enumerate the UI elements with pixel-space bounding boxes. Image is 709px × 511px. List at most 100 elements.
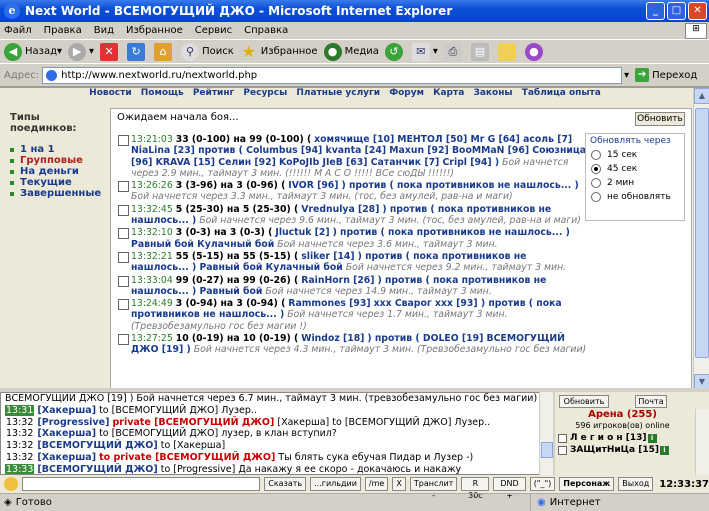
chat-nick[interactable]: [Хакерша]	[37, 405, 96, 416]
chat-nick[interactable]: [Хакерша]	[37, 452, 96, 463]
nav-forum[interactable]: Форум	[389, 88, 424, 98]
refresh-button[interactable]: ↻	[127, 42, 148, 61]
fight-radio-icon[interactable]	[118, 204, 129, 216]
guild-button[interactable]: ...гильдии	[310, 477, 361, 491]
fight-row[interactable]: 13:24:49 3 (0-94) на 3 (0-94) ( Rammones…	[117, 298, 587, 332]
menu-help[interactable]: Справка	[244, 25, 288, 36]
fight-radio-icon[interactable]	[118, 181, 129, 193]
checkbox-icon[interactable]	[558, 433, 567, 443]
fight-type-finished[interactable]: Завершенные	[10, 188, 105, 199]
fight-player[interactable]: Rammones [93]	[288, 298, 370, 309]
nav-laws[interactable]: Законы	[473, 88, 512, 98]
fight-row[interactable]: 13:33:04 99 (0-27) на 99 (0-26) ( RainHo…	[117, 275, 587, 298]
stop-button[interactable]: ✕	[100, 42, 121, 61]
nav-help[interactable]: Помощь	[141, 88, 184, 98]
fight-row[interactable]: 13:27:25 10 (0-19) на 10 (0-19) ( Windoz…	[117, 333, 587, 356]
fight-row[interactable]: 13:26:26 3 (3-96) на 3 (0-96) ( IVOR [96…	[117, 180, 587, 203]
online-refresh-button[interactable]: Обновить	[559, 395, 609, 408]
fight-player[interactable]: хомячище [10]	[314, 134, 394, 145]
nav-map[interactable]: Карта	[433, 88, 464, 98]
chat-input[interactable]	[22, 477, 261, 491]
fight-player[interactable]: RainHorn [26]	[301, 275, 374, 286]
dnd-button[interactable]: DND +	[493, 477, 526, 500]
search-button[interactable]: ⚲ Поиск	[181, 42, 234, 61]
update-option-2m[interactable]: 2 мин	[586, 176, 684, 190]
fight-radio-icon[interactable]	[118, 135, 129, 146]
fight-row[interactable]: 13:32:45 5 (25-30) на 5 (25-30) ( Vrednu…	[117, 204, 587, 227]
chat-scrollbar[interactable]	[539, 392, 553, 475]
chat-nick[interactable]: [Progressive]	[37, 417, 109, 428]
scroll-thumb[interactable]	[695, 108, 709, 358]
fight-row[interactable]: 13:32:10 3 (0-3) на 3 (0-3) ( Jluctuk [2…	[117, 227, 587, 250]
fight-radio-icon[interactable]	[118, 251, 129, 263]
menu-edit[interactable]: Правка	[44, 25, 82, 36]
chat-nick[interactable]: [Хакерша]	[37, 428, 96, 439]
history-button[interactable]: ↺	[384, 42, 406, 61]
chat-scroll-thumb[interactable]	[541, 442, 553, 458]
minimize-button[interactable]: _	[646, 2, 665, 20]
fight-type-group[interactable]: Групповые	[10, 155, 105, 166]
scroll-up-icon[interactable]: ▲	[694, 88, 709, 104]
fight-row[interactable]: 13:21:03 33 (0-100) на 99 (0-100) ( хомя…	[117, 134, 587, 179]
clear-button[interactable]: X	[392, 477, 406, 491]
update-option-45s[interactable]: 45 сек	[586, 162, 684, 176]
menu-tools[interactable]: Сервис	[195, 25, 232, 36]
edit-button[interactable]: ▤	[470, 42, 492, 61]
exit-button[interactable]: Выход	[618, 477, 654, 491]
online-player[interactable]: ЗАЩитНиЦа [15] i	[558, 445, 669, 455]
back-button[interactable]: ◀ Назад ▾	[4, 42, 62, 61]
home-button[interactable]: ⌂	[154, 42, 175, 61]
update-option-15s[interactable]: 15 сек	[586, 148, 684, 162]
fight-type-1v1[interactable]: 1 на 1	[10, 144, 105, 155]
fight-radio-icon[interactable]	[118, 334, 129, 346]
forward-button[interactable]: ▶ ▾	[68, 42, 94, 61]
fight-row[interactable]: 13:32:21 55 (5-15) на 55 (5-15) ( sliker…	[117, 251, 587, 274]
refresh-fights-button[interactable]: Обновить	[635, 112, 685, 126]
address-dropdown-icon[interactable]: ▾	[624, 70, 629, 81]
menu-view[interactable]: Вид	[94, 25, 114, 36]
print-button[interactable]: ⎙	[443, 42, 465, 61]
nav-paid[interactable]: Платные услуги	[296, 88, 380, 98]
nav-news[interactable]: Новости	[89, 88, 131, 98]
favorites-button[interactable]: ★ Избранное	[240, 42, 318, 61]
checkbox-icon[interactable]	[558, 445, 567, 455]
chat-nick[interactable]: [ВСЕМОГУЩИЙ ДЖО]	[37, 440, 157, 451]
fight-type-current[interactable]: Текущие	[10, 177, 105, 188]
fight-player[interactable]: Vrednulya [28]	[301, 204, 379, 215]
fight-radio-icon[interactable]	[118, 275, 129, 287]
discuss-button[interactable]	[497, 42, 519, 61]
media-button[interactable]: ● Медиа	[323, 42, 379, 61]
go-button[interactable]: ➔ Переход	[635, 68, 697, 82]
mail-button[interactable]: ✉ ▾	[411, 42, 438, 61]
nav-resources[interactable]: Ресурсы	[243, 88, 287, 98]
say-button[interactable]: Сказать	[264, 477, 307, 491]
emote-button[interactable]: ("_")	[529, 477, 556, 491]
chat-nick[interactable]: [ВСЕМОГУЩИЙ ДЖО]	[37, 464, 157, 474]
online-scrollbar[interactable]	[695, 409, 709, 475]
online-player[interactable]: Л е г и о н [13] i	[558, 433, 657, 443]
scroll-down-icon[interactable]: ▼	[694, 374, 709, 388]
fight-player[interactable]: Jluctuk [2]	[275, 227, 329, 238]
fight-type-money[interactable]: На деньги	[10, 166, 105, 177]
fight-radio-icon[interactable]	[118, 228, 129, 240]
menu-favorites[interactable]: Избранное	[126, 25, 183, 36]
update-option-never[interactable]: не обновлять	[586, 190, 684, 204]
page-scrollbar[interactable]: ▲ ▼	[693, 88, 709, 388]
translit-button[interactable]: Транслит -	[409, 477, 458, 500]
fight-radio-icon[interactable]	[118, 299, 129, 311]
maximize-button[interactable]: □	[667, 2, 686, 20]
close-button[interactable]: ✕	[688, 2, 707, 20]
fight-player[interactable]: IVOR [96]	[288, 180, 338, 191]
nav-exp-table[interactable]: Таблица опыта	[522, 88, 601, 98]
messenger-button[interactable]: ●	[524, 42, 546, 61]
smile-icon[interactable]	[4, 477, 19, 491]
nav-rating[interactable]: Рейтинг	[193, 88, 234, 98]
me-button[interactable]: /me	[364, 477, 389, 491]
address-input[interactable]: http://www.nextworld.ru/nextworld.php	[42, 66, 623, 84]
mail-button[interactable]: Почта	[635, 395, 667, 408]
refresh-rate-button[interactable]: R 30c	[461, 477, 490, 500]
menu-file[interactable]: Файл	[4, 25, 32, 36]
fight-player[interactable]: sliker [14]	[301, 251, 354, 262]
character-button[interactable]: Персонаж	[559, 477, 615, 491]
fight-player[interactable]: Windoz [18]	[301, 333, 364, 344]
